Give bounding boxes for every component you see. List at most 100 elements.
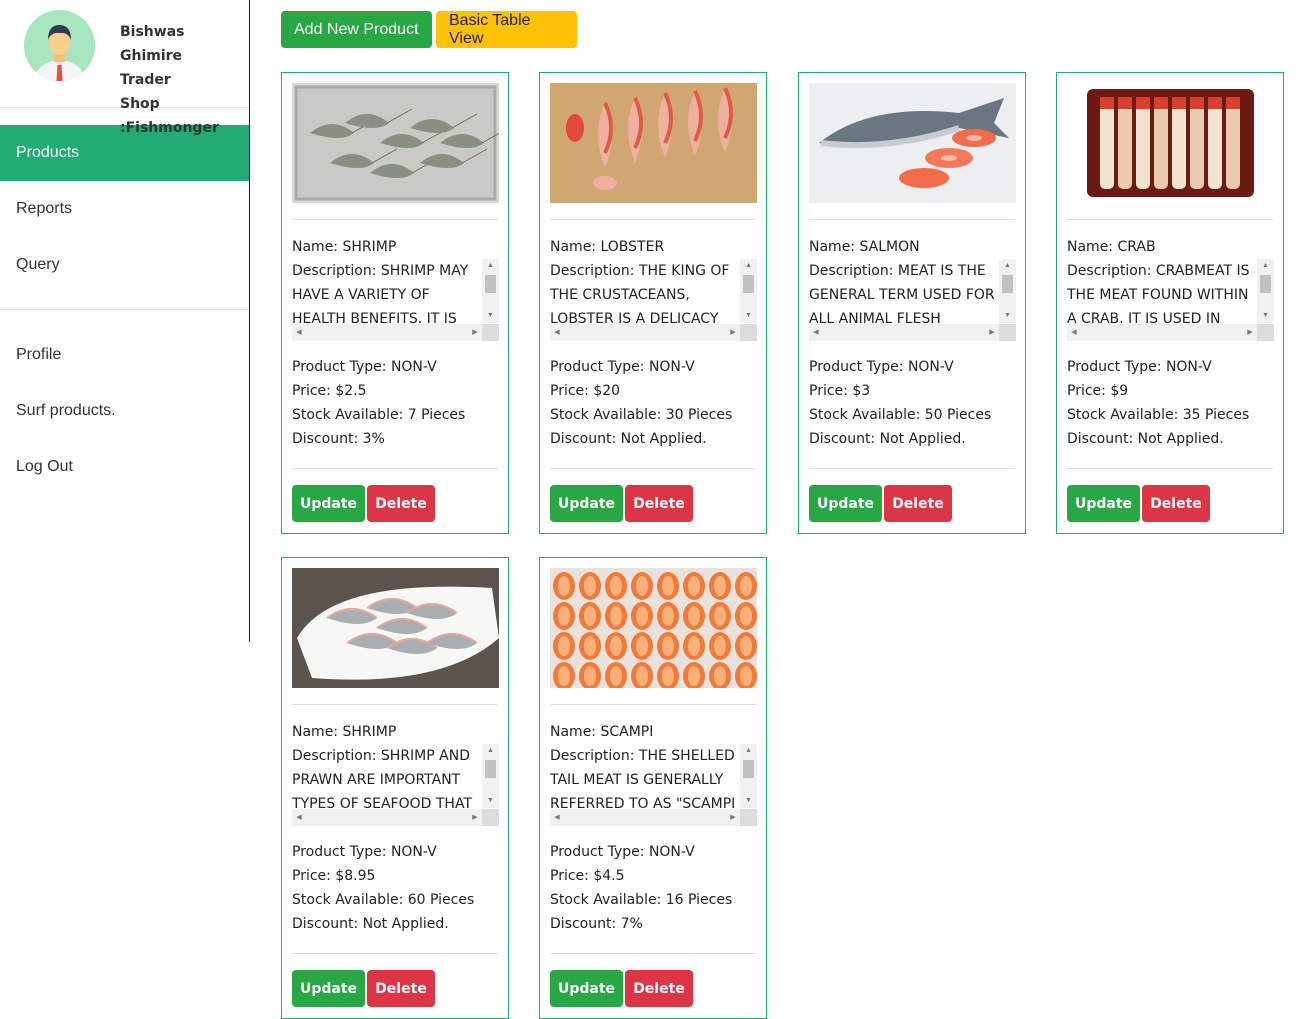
sidebar: Bishwas Ghimire Trader Shop :Fishmonger …: [0, 0, 250, 642]
scroll-down-icon[interactable]: ▼: [740, 309, 757, 323]
delete-button[interactable]: Delete: [625, 970, 693, 1007]
scroll-thumb[interactable]: [743, 275, 754, 293]
scroll-right-icon[interactable]: ▶: [1243, 324, 1257, 341]
name-label: Name:: [292, 239, 343, 255]
update-button[interactable]: Update: [292, 485, 365, 522]
product-discount: Discount: Not Applied.: [1067, 427, 1249, 451]
scroll-up-icon[interactable]: ▲: [740, 259, 757, 273]
product-details: Product Type: NON-V Price: $8.95 Stock A…: [292, 840, 474, 936]
profile-header: Bishwas Ghimire Trader Shop :Fishmonger: [0, 0, 249, 136]
scroll-up-icon[interactable]: ▲: [482, 259, 499, 273]
scroll-right-icon[interactable]: ▶: [726, 324, 740, 341]
product-description-box[interactable]: Description: SHRIMP AND PRAWN ARE IMPORT…: [292, 744, 499, 826]
scroll-up-icon[interactable]: ▲: [999, 259, 1016, 273]
vertical-scrollbar[interactable]: ▲ ▼: [1257, 259, 1274, 323]
product-description-box[interactable]: Description: THE SHELLED TAIL MEAT IS GE…: [550, 744, 757, 826]
scroll-left-icon[interactable]: ◀: [550, 809, 564, 826]
profile-info: Bishwas Ghimire Trader Shop :Fishmonger: [120, 20, 249, 140]
vertical-scrollbar[interactable]: ▲ ▼: [482, 259, 499, 323]
update-button[interactable]: Update: [550, 485, 623, 522]
product-price: Price: $8.95: [292, 864, 474, 888]
product-name: Name: SHRIMP: [292, 235, 396, 259]
vertical-scrollbar[interactable]: ▲ ▼: [999, 259, 1016, 323]
scroll-down-icon[interactable]: ▼: [740, 794, 757, 808]
scroll-left-icon[interactable]: ◀: [1067, 324, 1081, 341]
delete-button[interactable]: Delete: [367, 970, 435, 1007]
type-label: Product Type:: [550, 359, 649, 375]
discount-label: Discount:: [550, 916, 621, 932]
nav-log-out[interactable]: Log Out: [0, 439, 249, 495]
name-label: Name:: [1067, 239, 1118, 255]
type-label: Product Type:: [550, 844, 649, 860]
scrollbar-corner: [482, 809, 499, 826]
scroll-thumb[interactable]: [485, 275, 496, 293]
scroll-right-icon[interactable]: ▶: [468, 809, 482, 826]
update-button[interactable]: Update: [292, 970, 365, 1007]
nav-profile[interactable]: Profile: [0, 327, 249, 383]
product-type: Product Type: NON-V: [809, 355, 991, 379]
discount-label: Discount:: [1067, 431, 1138, 447]
product-description: Description: THE SHELLED TAIL MEAT IS GE…: [550, 744, 739, 816]
scroll-thumb[interactable]: [1002, 275, 1013, 293]
scroll-right-icon[interactable]: ▶: [726, 809, 740, 826]
delete-button[interactable]: Delete: [625, 485, 693, 522]
add-new-product-button[interactable]: Add New Product: [281, 11, 432, 48]
product-description: Description: SHRIMP AND PRAWN ARE IMPORT…: [292, 744, 481, 816]
scroll-up-icon[interactable]: ▲: [482, 744, 499, 758]
update-button[interactable]: Update: [809, 485, 882, 522]
vertical-scrollbar[interactable]: ▲ ▼: [482, 744, 499, 808]
scroll-thumb[interactable]: [1260, 275, 1271, 293]
product-description-box[interactable]: Description: CRABMEAT IS THE MEAT FOUND …: [1067, 259, 1274, 341]
scroll-right-icon[interactable]: ▶: [985, 324, 999, 341]
update-button[interactable]: Update: [1067, 485, 1140, 522]
product-card-2: Name: LOBSTER Description: THE KING OF T…: [539, 72, 767, 534]
product-image: [1067, 83, 1274, 203]
stock-label: Stock Available:: [550, 407, 666, 423]
scroll-down-icon[interactable]: ▼: [482, 794, 499, 808]
horizontal-scrollbar[interactable]: ◀ ▶: [550, 324, 757, 341]
product-price: Price: $20: [550, 379, 732, 403]
product-stock: Stock Available: 7 Pieces: [292, 403, 465, 427]
delete-button[interactable]: Delete: [367, 485, 435, 522]
scroll-up-icon[interactable]: ▲: [1257, 259, 1274, 273]
scroll-left-icon[interactable]: ◀: [550, 324, 564, 341]
vertical-scrollbar[interactable]: ▲ ▼: [740, 744, 757, 808]
scroll-left-icon[interactable]: ◀: [292, 809, 306, 826]
product-type-value: NON-V: [648, 844, 695, 860]
nav-surf-products[interactable]: Surf products.: [0, 383, 249, 439]
nav-reports[interactable]: Reports: [0, 181, 249, 237]
product-description-box[interactable]: Description: SHRIMP MAY HAVE A VARIETY O…: [292, 259, 499, 341]
scroll-down-icon[interactable]: ▼: [999, 309, 1016, 323]
delete-button[interactable]: Delete: [884, 485, 952, 522]
scrollbar-corner: [482, 324, 499, 341]
scroll-right-icon[interactable]: ▶: [468, 324, 482, 341]
product-type: Product Type: NON-V: [292, 840, 474, 864]
scroll-left-icon[interactable]: ◀: [809, 324, 823, 341]
scroll-down-icon[interactable]: ▼: [482, 309, 499, 323]
scrollbar-corner: [1257, 324, 1274, 341]
scroll-left-icon[interactable]: ◀: [292, 324, 306, 341]
product-name-value: CRAB: [1117, 239, 1156, 255]
horizontal-scrollbar[interactable]: ◀ ▶: [809, 324, 1016, 341]
horizontal-scrollbar[interactable]: ◀ ▶: [1067, 324, 1274, 341]
scroll-thumb[interactable]: [743, 760, 754, 778]
delete-button[interactable]: Delete: [1142, 485, 1210, 522]
vertical-scrollbar[interactable]: ▲ ▼: [740, 259, 757, 323]
scroll-down-icon[interactable]: ▼: [1257, 309, 1274, 323]
product-description: Description: MEAT IS THE GENERAL TERM US…: [809, 259, 998, 331]
horizontal-scrollbar[interactable]: ◀ ▶: [292, 324, 499, 341]
scroll-up-icon[interactable]: ▲: [740, 744, 757, 758]
product-description-box[interactable]: Description: THE KING OF THE CRUSTACEANS…: [550, 259, 757, 341]
description-label: Description:: [1067, 263, 1156, 279]
product-image: [550, 83, 757, 203]
type-label: Product Type:: [1067, 359, 1166, 375]
horizontal-scrollbar[interactable]: ◀ ▶: [550, 809, 757, 826]
update-button[interactable]: Update: [550, 970, 623, 1007]
product-name-value: SHRIMP: [342, 239, 397, 255]
nav-query[interactable]: Query: [0, 237, 249, 293]
product-description-box[interactable]: Description: MEAT IS THE GENERAL TERM US…: [809, 259, 1016, 341]
horizontal-scrollbar[interactable]: ◀ ▶: [292, 809, 499, 826]
card-divider: [550, 953, 756, 954]
scroll-thumb[interactable]: [485, 760, 496, 778]
basic-table-view-button[interactable]: Basic Table View: [436, 11, 577, 48]
